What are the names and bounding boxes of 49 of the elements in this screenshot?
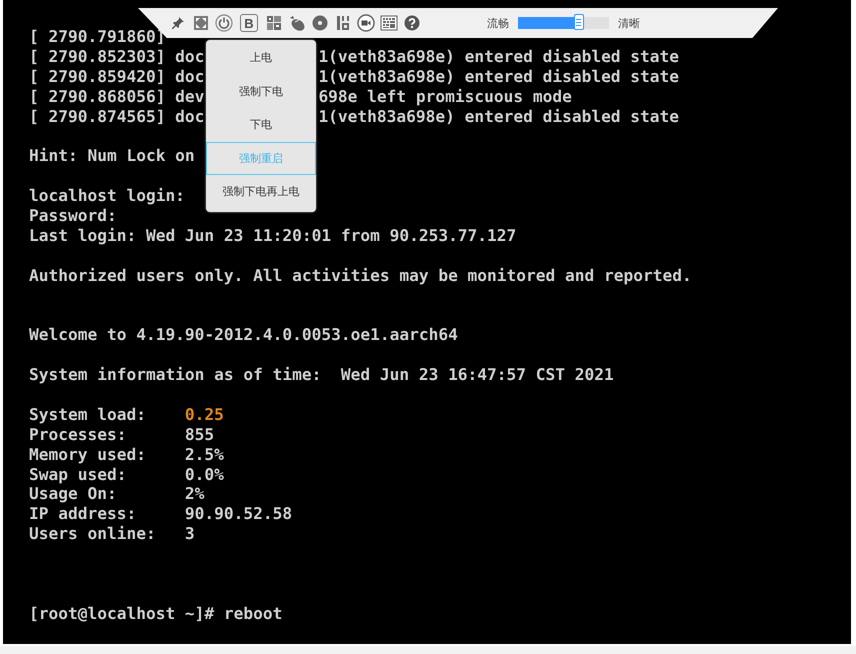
console-text: [root@localhost ~]# reboot — [29, 604, 282, 623]
console-text: [ 2790.852303] doc — [29, 46, 204, 66]
quality-slider[interactable] — [518, 17, 609, 29]
console-text: [ 2790.868056] dev — [29, 86, 204, 106]
info-value: 2% — [184, 484, 204, 504]
info-value: 90.90.52.58 — [184, 504, 292, 524]
menu-item[interactable]: 上电 — [206, 41, 316, 74]
fullscreen-icon[interactable] — [192, 13, 210, 33]
console-text: 1(veth83a698e) entered disabled state — [318, 66, 680, 86]
info-label: Users online: — [29, 524, 156, 544]
info-label: Usage On: — [29, 484, 117, 504]
quality-label: 清晰 — [618, 16, 640, 30]
console-text: Hint: Num Lock on — [29, 146, 195, 166]
quality-label: 流畅 — [487, 16, 509, 30]
console-text: [ 2790.874565] doc — [29, 106, 204, 126]
info-value: 3 — [184, 524, 195, 544]
info-label: Processes: — [29, 424, 126, 444]
info-label: Memory used: — [29, 444, 146, 464]
menu-item[interactable]: 下电 — [206, 108, 316, 142]
keyboard-icon[interactable] — [380, 13, 398, 33]
info-label: System load: — [29, 404, 146, 424]
power-icon[interactable] — [215, 13, 233, 33]
info-label: Swap used: — [29, 464, 126, 484]
mouse-icon[interactable] — [288, 13, 306, 33]
info-value: 0.0% — [184, 464, 224, 484]
console-text: Authorized users only. All activities may be monitored and reported. — [29, 266, 692, 285]
console-text: Welcome to 4.19.90-2012.4.0.0053.oe1.aarch64 — [29, 325, 458, 344]
info-value: 855 — [184, 424, 214, 444]
menu-item[interactable]: 强制下电再上电 — [206, 175, 316, 208]
console-text: 1(veth83a698e) entered disabled state — [318, 106, 680, 126]
slider-thumb[interactable] — [574, 14, 584, 30]
console-text: [ 2790.859420] doc — [29, 66, 204, 86]
keys-icon[interactable] — [265, 13, 283, 33]
console-text: localhost login: — [29, 186, 185, 206]
console-text: 1(veth83a698e) entered disabled state — [318, 46, 680, 66]
info-value: 0.25 — [184, 404, 224, 424]
video-camera-icon[interactable] — [357, 13, 375, 33]
save-icon[interactable] — [334, 13, 352, 33]
info-label: IP address: — [29, 504, 136, 524]
console-text: Password: — [29, 206, 117, 226]
help-icon[interactable] — [403, 13, 421, 33]
disc-icon[interactable] — [311, 13, 329, 33]
info-value: 2.5% — [184, 444, 224, 464]
console-text: [ 2790.791860] — [29, 27, 166, 46]
console-text: 698e left promiscuous mode — [318, 86, 572, 106]
menu-item[interactable]: 强制下电 — [206, 74, 316, 108]
console-text: Last login: Wed Jun 23 11:20:01 from 90.253.77.127 — [29, 226, 516, 245]
console-text: System information as of time: Wed Jun 23 16:47:57 CST 2021 — [29, 365, 614, 384]
letter-button[interactable]: B — [240, 14, 258, 32]
